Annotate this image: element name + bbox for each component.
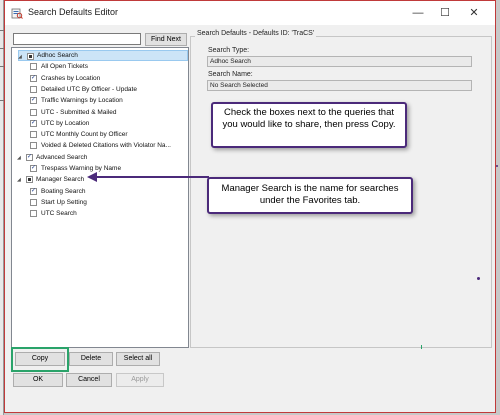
tree-item[interactable]: UTC Search: [28, 208, 188, 219]
search-input[interactable]: [13, 33, 141, 45]
ok-button[interactable]: OK: [13, 373, 63, 387]
checkbox[interactable]: [30, 198, 37, 206]
checkbox[interactable]: [30, 85, 37, 93]
checkbox[interactable]: [30, 108, 37, 116]
expand-triangle-icon[interactable]: ◢: [17, 155, 23, 161]
search-type-label: Search Type:: [208, 47, 250, 54]
share-instructions-callout: Check the boxes next to the queries that…: [211, 102, 407, 148]
tree-label: Detailed UTC By Officer - Update: [41, 85, 137, 93]
maximize-button[interactable]: ☐: [430, 1, 460, 25]
tree-item[interactable]: UTC - Submitted & Mailed: [28, 107, 188, 118]
marker-dot: [477, 277, 480, 280]
copy-button[interactable]: Copy: [15, 352, 65, 366]
checkbox[interactable]: [30, 63, 37, 71]
tree-label: Advanced Search: [36, 153, 88, 161]
minimize-button[interactable]: —: [403, 1, 433, 25]
search-name-label: Search Name:: [208, 71, 253, 78]
tree-label: UTC - Submitted & Mailed: [41, 108, 117, 116]
tree-item[interactable]: UTC Monthly Count by Officer: [28, 129, 188, 140]
tree-item[interactable]: ✓ Boating Search: [28, 186, 188, 197]
cancel-button[interactable]: Cancel: [66, 373, 112, 387]
tree-label: Start Up Setting: [41, 198, 87, 206]
tree-group[interactable]: ◢ ✓ Advanced Search: [17, 152, 188, 163]
app-icon: [11, 8, 23, 19]
tree-item[interactable]: Voided & Deleted Citations with Violator…: [28, 140, 188, 151]
apply-button[interactable]: Apply: [116, 373, 164, 387]
tree-group[interactable]: ◢ Adhoc Search: [18, 50, 188, 61]
tree-label: Adhoc Search: [37, 52, 78, 59]
tree-label: Manager Search: [36, 176, 85, 184]
window-title: Search Defaults Editor: [28, 7, 119, 17]
tree-label: Voided & Deleted Citations with Violator…: [41, 142, 171, 150]
tree-label: UTC by Location: [41, 119, 90, 127]
edge-dot: [496, 165, 498, 167]
tree-item[interactable]: Start Up Setting: [28, 197, 188, 208]
search-type-field: Adhoc Search: [207, 56, 472, 67]
expand-triangle-icon[interactable]: ◢: [17, 177, 23, 183]
checkbox[interactable]: ✓: [30, 119, 37, 127]
expand-triangle-icon[interactable]: ◢: [18, 54, 24, 60]
tree-label: Crashes by Location: [41, 74, 101, 82]
tree-item[interactable]: ✓ Traffic Warnings by Location: [28, 95, 188, 106]
checkbox[interactable]: [27, 53, 34, 60]
tree-item[interactable]: ✓ Crashes by Location: [28, 73, 188, 84]
manager-search-callout: Manager Search is the name for searches …: [207, 177, 413, 214]
tree-item[interactable]: Detailed UTC By Officer - Update: [28, 84, 188, 95]
checkbox[interactable]: [30, 131, 37, 139]
tree-label: All Open Tickets: [41, 63, 88, 71]
tree-label: Traffic Warnings by Location: [41, 97, 123, 105]
close-button[interactable]: ✕: [459, 1, 489, 25]
group-title: Search Defaults - Defaults ID: 'TraCS': [195, 30, 317, 37]
checkbox[interactable]: ✓: [30, 74, 37, 82]
checkbox[interactable]: ✓: [30, 165, 37, 172]
checkbox[interactable]: [26, 176, 33, 184]
tree-item[interactable]: ✓ UTC by Location: [28, 118, 188, 129]
title-bar: Search Defaults Editor — ☐ ✕: [5, 1, 495, 25]
checkbox[interactable]: ✓: [30, 97, 37, 105]
tree-label: UTC Search: [41, 210, 77, 218]
marker-tick: [421, 345, 422, 349]
search-name-field: No Search Selected: [207, 80, 472, 91]
search-defaults-editor-window: Search Defaults Editor — ☐ ✕ Find Next ◢…: [4, 0, 496, 413]
search-tree[interactable]: ◢ Adhoc Search All Open Tickets ✓ Crashes by…: [11, 47, 189, 348]
checkbox[interactable]: [30, 142, 37, 150]
callout-arrow: [87, 172, 209, 182]
select-all-button[interactable]: Select all: [116, 352, 160, 366]
checkbox[interactable]: [30, 210, 37, 218]
tree-item[interactable]: All Open Tickets: [28, 61, 188, 72]
tree-label: Boating Search: [41, 187, 86, 195]
checkbox[interactable]: ✓: [30, 187, 37, 195]
checkbox[interactable]: ✓: [26, 153, 33, 161]
delete-button[interactable]: Delete: [69, 352, 113, 366]
tree-label: UTC Monthly Count by Officer: [41, 131, 128, 139]
find-next-button[interactable]: Find Next: [145, 33, 187, 46]
